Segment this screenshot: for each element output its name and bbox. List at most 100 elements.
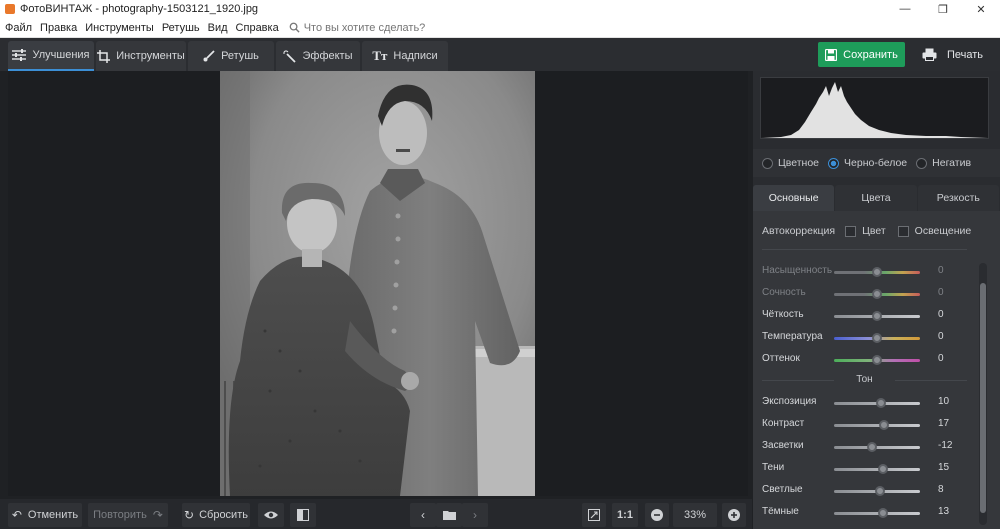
slider-row: Сочность 0 <box>762 287 967 301</box>
app-icon <box>5 4 15 14</box>
slider-knob[interactable] <box>872 289 882 299</box>
auto-light-label: Освещение <box>914 225 972 237</box>
tab-retouch-label: Ретушь <box>221 50 259 62</box>
menu-help[interactable]: Справка <box>236 22 279 34</box>
zoom-out-button[interactable] <box>645 503 669 527</box>
mode-negative-label: Негатив <box>932 157 972 169</box>
print-button[interactable]: Печать <box>910 42 995 67</box>
fit-screen-button[interactable] <box>582 503 606 527</box>
vintage-photo[interactable] <box>220 71 535 496</box>
window-title: ФотоВИНТАЖ - photography-1503121_1920.jp… <box>20 3 259 15</box>
color-mode-selector: Цветное Черно-белое Негатив <box>753 149 1000 177</box>
autocorrection-label: Автокоррекция <box>762 225 836 237</box>
slider-value: -12 <box>938 440 953 451</box>
slider-knob[interactable] <box>872 311 882 321</box>
text-icon: Tт <box>372 48 388 63</box>
tab-enhancements[interactable]: Улучшения <box>8 41 94 71</box>
slider-knob[interactable] <box>875 486 886 496</box>
slider-knob[interactable] <box>872 267 882 277</box>
slider-track[interactable] <box>834 446 920 449</box>
actual-size-label: 1:1 <box>617 509 633 521</box>
zoom-value[interactable]: 33% <box>673 503 717 527</box>
mode-bw-label: Черно-белое <box>844 157 908 169</box>
auto-color-checkbox[interactable]: Цвет <box>845 225 886 237</box>
preview-button[interactable] <box>258 503 284 527</box>
slider-row: Оттенок 0 <box>762 353 967 367</box>
minimize-button[interactable]: — <box>886 0 924 18</box>
undo-button[interactable]: ↶ Отменить <box>8 503 82 527</box>
slider-label: Тёмные <box>762 506 799 517</box>
slider-value: 10 <box>938 396 950 407</box>
actual-size-button[interactable]: 1:1 <box>612 503 638 527</box>
slider-track[interactable] <box>834 468 920 471</box>
slider-knob[interactable] <box>866 442 877 452</box>
prev-image-button[interactable]: ‹ <box>410 503 436 527</box>
maximize-button[interactable]: ❐ <box>924 0 962 18</box>
mode-bw-radio[interactable]: Черно-белое <box>828 157 907 169</box>
slider-value: 13 <box>938 506 950 517</box>
compare-button[interactable] <box>290 503 316 527</box>
redo-label: Повторить <box>93 509 147 521</box>
menu-retouch[interactable]: Ретушь <box>162 22 200 34</box>
slider-knob[interactable] <box>878 464 889 474</box>
save-button[interactable]: Сохранить <box>818 42 905 67</box>
slider-knob[interactable] <box>876 398 887 408</box>
panel-scrollbar[interactable] <box>979 263 987 525</box>
mode-color-radio[interactable]: Цветное <box>762 157 819 169</box>
tab-tools[interactable]: Инструменты <box>96 41 186 71</box>
slider-row: Засветки -12 <box>762 440 967 454</box>
tab-captions[interactable]: Tт Надписи <box>362 41 448 71</box>
auto-color-label: Цвет <box>862 225 886 237</box>
auto-light-checkbox[interactable]: Освещение <box>897 225 972 237</box>
tab-basic[interactable]: Основные <box>753 185 835 211</box>
next-image-button[interactable]: › <box>462 503 488 527</box>
search-icon <box>289 22 300 33</box>
image-canvas[interactable] <box>8 71 748 496</box>
slider-label: Тени <box>762 462 785 473</box>
menu-view[interactable]: Вид <box>208 22 228 34</box>
reset-icon: ↻ <box>184 508 195 522</box>
command-search-input[interactable] <box>303 21 484 34</box>
close-button[interactable]: ✕ <box>962 0 1000 18</box>
tab-enhancements-label: Улучшения <box>32 49 90 61</box>
fit-screen-icon <box>588 509 600 521</box>
printer-icon <box>922 48 937 61</box>
radio-dot <box>762 157 773 169</box>
menu-bar: Файл Правка Инструменты Ретушь Вид Справ… <box>0 18 1000 38</box>
reset-button[interactable]: ↻ Сбросить <box>182 503 250 527</box>
command-search <box>289 21 484 34</box>
radio-dot <box>828 157 840 169</box>
scrollbar-thumb[interactable] <box>980 283 986 513</box>
slider-knob[interactable] <box>872 355 882 365</box>
mode-negative-radio[interactable]: Негатив <box>916 157 971 169</box>
redo-icon: ↷ <box>152 508 163 522</box>
slider-label: Экспозиция <box>762 396 817 407</box>
tab-effects[interactable]: Эффекты <box>276 41 360 71</box>
magic-wand-icon <box>283 49 297 63</box>
zoom-in-button[interactable] <box>722 503 746 527</box>
tab-sharpness[interactable]: Резкость <box>917 185 999 211</box>
slider-label: Температура <box>762 331 823 342</box>
tab-retouch[interactable]: Ретушь <box>188 41 274 71</box>
tab-colors[interactable]: Цвета <box>835 185 917 211</box>
menu-tools[interactable]: Инструменты <box>85 22 154 34</box>
save-button-label: Сохранить <box>843 48 898 61</box>
slider-row: Экспозиция 10 <box>762 396 967 410</box>
title-bar: ФотоВИНТАЖ - photography-1503121_1920.jp… <box>0 0 1000 18</box>
menu-file[interactable]: Файл <box>5 22 32 34</box>
undo-icon: ↶ <box>11 508 22 522</box>
brush-icon <box>203 50 215 62</box>
slider-track[interactable] <box>834 424 920 427</box>
slider-row: Контраст 17 <box>762 418 967 432</box>
menu-edit[interactable]: Правка <box>40 22 77 34</box>
slider-knob[interactable] <box>877 508 888 518</box>
slider-value: 0 <box>938 331 944 342</box>
histogram-graph <box>761 82 988 138</box>
tab-tools-label: Инструменты <box>116 50 185 62</box>
slider-label: Оттенок <box>762 353 800 364</box>
slider-knob[interactable] <box>872 333 882 343</box>
floppy-icon <box>825 48 838 61</box>
open-folder-button[interactable] <box>436 503 462 527</box>
redo-button[interactable]: Повторить ↷ <box>88 503 168 527</box>
slider-knob[interactable] <box>879 420 890 430</box>
